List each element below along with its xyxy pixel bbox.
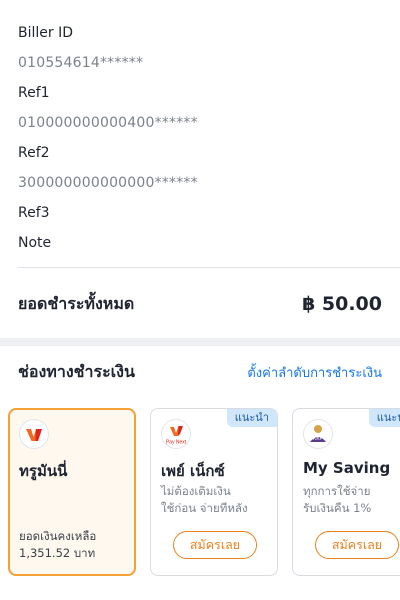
ref1-value: 010000000000400****** [18,115,198,131]
total-divider [18,267,400,268]
payment-card-truemoney[interactable]: ทรูมันนี่ ยอดเงินคงเหลือ 1,351.52 บาท [8,408,136,576]
svg-text:Pay Next: Pay Next [166,440,187,446]
ref2-label: Ref2 [18,145,50,161]
biller-id-label: Biller ID [18,25,74,41]
payment-card-pay-next[interactable]: แนะนำ Pay Next เพย์ เน็กซ์ ไม่ต้องเติมเง… [150,408,278,576]
ref1-label: Ref1 [18,85,50,101]
payment-card-name: เพย์ เน็กซ์ [161,462,225,480]
bill-info-list: Biller ID 010554614****** Ref1 010000000… [18,18,382,258]
payment-method-cards: ทรูมันนี่ ยอดเงินคงเหลือ 1,351.52 บาท แน… [8,408,400,580]
svg-text:KKP: KKP [313,436,324,442]
balance-label: ยอดเงินคงเหลือ [19,529,97,543]
recommended-badge: แนะนำ [368,409,400,427]
description-line-2: รับเงินคืน 1% [303,501,372,515]
bill-details-card: Biller ID 010554614****** Ref1 010000000… [0,0,400,338]
payment-channels-section: ช่องทางชำระเงิน ตั้งค่าลำดับการชำระเงิน … [0,346,400,600]
payment-card-description: ทุกการใช้จ่าย รับเงินคืน 1% [303,483,400,517]
note-label: Note [18,235,52,251]
description-line-1: ไม่ต้องเติมเงิน [161,484,231,498]
sign-up-button[interactable]: สมัครเลย [315,531,399,559]
payment-card-name: My Saving [303,459,391,477]
ref2-value: 300000000000000****** [18,175,198,191]
payment-card-description: ไม่ต้องเติมเงิน ใช้ก่อน จ่ายทีหลัง [161,483,277,517]
recommended-badge: แนะนำ [226,409,277,427]
sign-up-button[interactable]: สมัครเลย [173,531,257,559]
total-amount: ฿ 50.00 [302,293,382,315]
payment-card-my-saving[interactable]: แนะนำ KKP My Saving ทุกการใช้จ่าย รับเงิ… [292,408,400,576]
payment-card-name: ทรูมันนี่ [19,462,68,480]
balance-value: 1,351.52 บาท [19,546,96,560]
total-label: ยอดชำระทั้งหมด [18,293,135,313]
description-line-1: ทุกการใช้จ่าย [303,484,371,498]
biller-id-value: 010554614****** [18,55,144,71]
kkp-logo-icon: KKP [303,419,333,449]
ref3-label: Ref3 [18,205,50,221]
payment-channels-title: ช่องทางชำระเงิน [18,361,135,381]
truemoney-logo-icon [19,419,49,449]
description-line-2: ใช้ก่อน จ่ายทีหลัง [161,501,248,515]
payment-order-settings-link[interactable]: ตั้งค่าลำดับการชำระเงิน [247,362,382,383]
payment-channels-header: ช่องทางชำระเงิน ตั้งค่าลำดับการชำระเงิน [18,358,382,386]
pay-next-logo-icon: Pay Next [161,419,191,449]
total-row: ยอดชำระทั้งหมด ฿ 50.00 [18,290,382,318]
